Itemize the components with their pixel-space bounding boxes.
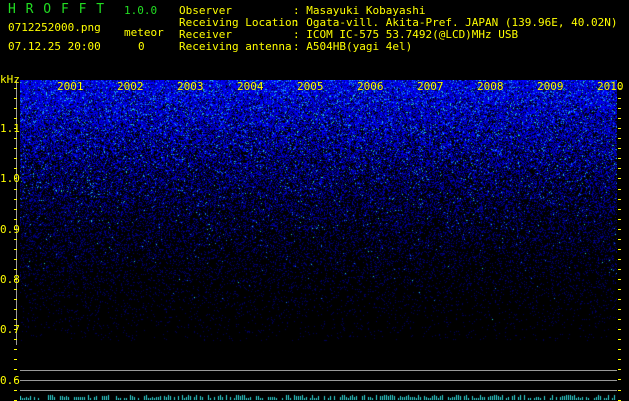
y-tick: [618, 138, 621, 139]
app-title: H R O F F T: [8, 2, 106, 17]
y-tick: [618, 158, 621, 159]
y-tick: [618, 289, 621, 290]
y-tick: [14, 98, 17, 99]
app-version: 1.0.0: [124, 4, 158, 17]
y-tick: [14, 359, 17, 360]
y-tick: [14, 178, 17, 179]
y-tick: [618, 249, 621, 250]
y-tick: [14, 329, 17, 330]
y-tick: [618, 319, 621, 320]
y-tick: [14, 349, 17, 350]
y-tick: [14, 118, 17, 119]
y-tick: [618, 349, 621, 350]
y-tick: [618, 369, 621, 370]
x-label: 2007: [417, 80, 444, 93]
y-tick: [618, 390, 621, 391]
y-tick: [618, 199, 621, 200]
y-tick: [618, 118, 621, 119]
y-tick: [618, 239, 621, 240]
y-tick: [618, 339, 621, 340]
y-label: 0.6: [0, 374, 20, 387]
y-tick: [618, 379, 621, 380]
y-tick: [14, 128, 17, 129]
y-tick: [618, 128, 621, 129]
y-tick: [618, 269, 621, 270]
y-tick: [14, 269, 17, 270]
x-label: 2001: [57, 80, 84, 93]
y-tick: [14, 239, 17, 240]
y-tick: [618, 359, 621, 360]
y-tick: [618, 219, 621, 220]
y-tick: [14, 309, 17, 310]
y-tick: [14, 229, 17, 230]
y-tick: [14, 219, 17, 220]
y-tick: [14, 209, 17, 210]
x-label: 2004: [237, 80, 264, 93]
y-tick: [618, 189, 621, 190]
y-tick: [14, 339, 17, 340]
x-label: 2002: [117, 80, 144, 93]
y-tick: [14, 390, 17, 391]
y-tick: [618, 98, 621, 99]
y-tick: [618, 279, 621, 280]
y-tick: [618, 148, 621, 149]
x-label: 2003: [177, 80, 204, 93]
y-tick: [618, 178, 621, 179]
baseline-line: [20, 380, 617, 381]
y-unit: kHz: [0, 73, 20, 86]
x-label: 2005: [297, 80, 324, 93]
y-tick: [14, 289, 17, 290]
y-tick: [14, 379, 17, 380]
x-label: 2009: [537, 80, 564, 93]
y-tick: [14, 168, 17, 169]
y-tick: [14, 319, 17, 320]
y-tick: [14, 279, 17, 280]
x-label: 2010: [597, 80, 624, 93]
y-tick: [14, 108, 17, 109]
y-tick: [618, 259, 621, 260]
y-tick: [14, 299, 17, 300]
file-datetime: 07.12.25 20:00: [8, 40, 101, 53]
info-value: : A504HB(yagi 4el): [293, 40, 413, 53]
y-tick: [618, 309, 621, 310]
meteor-label: meteor: [124, 26, 164, 39]
y-tick: [14, 158, 17, 159]
axis-line: [16, 80, 17, 345]
y-tick: [618, 329, 621, 330]
y-tick: [14, 259, 17, 260]
y-tick: [14, 148, 17, 149]
meteor-count: 0: [138, 40, 145, 53]
baseline-line: [20, 390, 617, 391]
info-label: Receiving antenna: [179, 40, 292, 53]
y-tick: [618, 299, 621, 300]
x-label: 2006: [357, 80, 384, 93]
y-tick: [618, 168, 621, 169]
y-tick: [14, 189, 17, 190]
y-tick: [618, 108, 621, 109]
file-name: 0712252000.png: [8, 21, 101, 34]
y-tick: [14, 369, 17, 370]
y-tick: [14, 199, 17, 200]
x-label: 2008: [477, 80, 504, 93]
spectrogram: [20, 80, 617, 400]
baseline-line: [20, 370, 617, 371]
y-tick: [14, 249, 17, 250]
y-tick: [618, 229, 621, 230]
y-tick: [618, 209, 621, 210]
y-tick: [14, 88, 17, 89]
y-tick: [14, 138, 17, 139]
